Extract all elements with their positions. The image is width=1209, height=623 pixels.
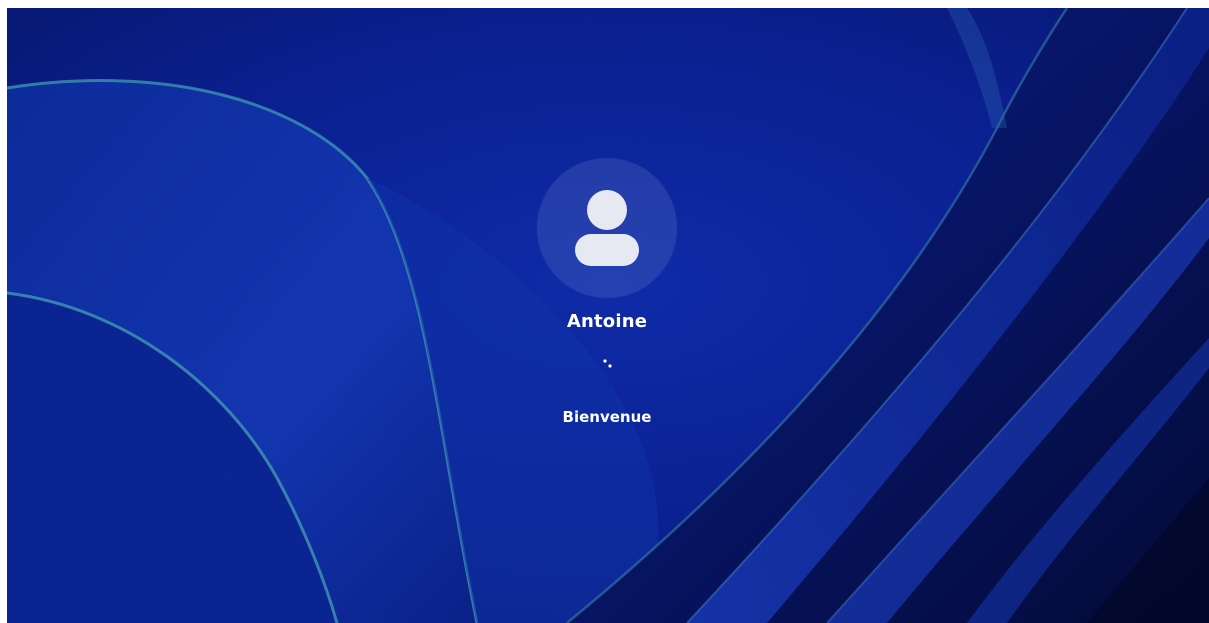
welcome-status: Bienvenue — [562, 408, 652, 426]
user-silhouette-icon — [575, 190, 639, 266]
lock-screen: Antoine Bienvenue — [7, 8, 1209, 623]
loading-dots-icon — [603, 359, 612, 368]
user-avatar — [537, 158, 677, 298]
username-label: Antoine — [566, 311, 648, 332]
